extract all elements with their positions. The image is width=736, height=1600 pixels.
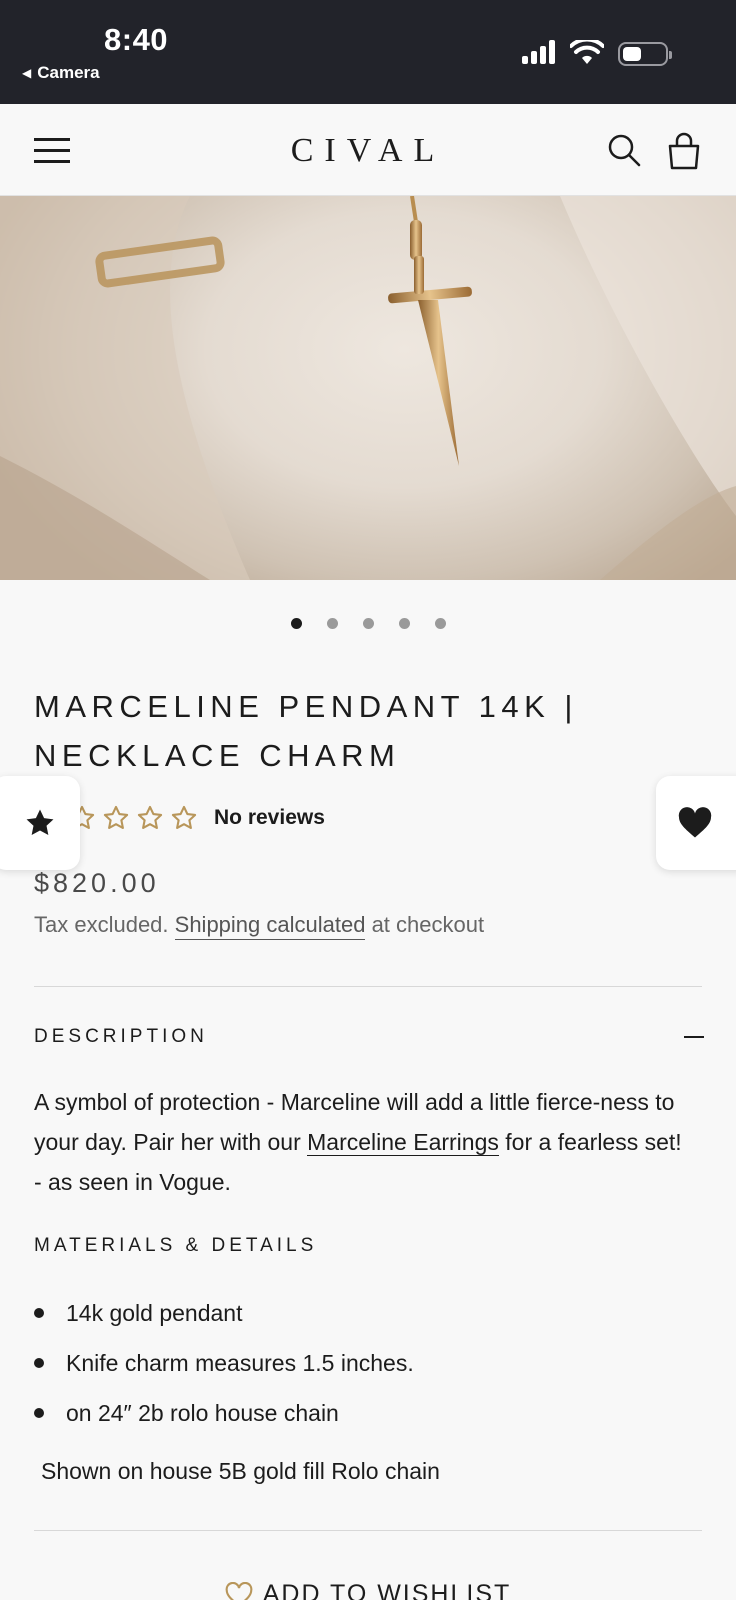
product-title: MARCELINE PENDANT 14K | NECKLACE CHARM [34,682,674,780]
description-text: A symbol of protection - Marceline will … [34,1082,684,1202]
wishlist-widget-button[interactable] [656,776,736,870]
star-filled-icon [26,809,54,836]
battery-icon [618,42,672,66]
heart-filled-icon [678,807,712,838]
product-image[interactable] [0,196,736,580]
carousel-dots [0,618,736,629]
product-title-line2: NECKLACE CHARM [34,738,401,773]
product-photo-illustration [0,196,736,580]
product-price: $820.00 [34,868,160,898]
list-item: Knife charm measures 1.5 inches. [34,1338,414,1388]
collapse-minus-icon[interactable] [684,1036,704,1038]
carousel-dot[interactable] [326,618,338,629]
divider [34,1530,702,1531]
back-to-camera-link[interactable]: ◀ Camera [22,63,100,83]
shipping-policy-link[interactable]: Shipping calculated [174,912,366,940]
status-bar: 8:40 ◀ Camera [0,0,736,104]
description-heading[interactable]: DESCRIPTION [34,1026,208,1048]
materials-list: 14k gold pendant Knife charm measures 1.… [34,1288,414,1438]
tax-shipping-note: Tax excluded. Shipping calculated at che… [34,912,485,940]
status-time: 8:40 [104,22,169,57]
divider [34,986,702,987]
wifi-icon [570,40,604,64]
materials-heading: MATERIALS & DETAILS [34,1235,318,1256]
star-outline-icon [137,805,163,829]
shopping-bag-icon[interactable] [666,132,702,170]
add-to-wishlist-label: ADD TO WISHLIST [262,1580,512,1600]
tax-prefix: Tax excluded. [34,912,175,937]
list-item: on 24″ 2b rolo house chain [34,1388,414,1438]
star-outline-icon [103,805,129,829]
star-outline-icon [171,805,197,829]
signal-icon [522,40,555,64]
search-icon[interactable] [606,132,642,168]
chain-note: Shown on house 5B gold fill Rolo chain [41,1458,440,1484]
list-item: 14k gold pendant [34,1288,414,1338]
marceline-earrings-link[interactable]: Marceline Earrings [307,1129,499,1156]
reviews-widget-button[interactable] [0,776,80,870]
back-triangle-icon: ◀ [22,66,32,80]
site-header: CIVAL [0,104,736,196]
product-title-line1: MARCELINE PENDANT 14K | [34,689,578,724]
carousel-dot[interactable] [398,618,410,629]
carousel-dot[interactable] [434,618,446,629]
heart-outline-icon [225,1581,253,1600]
carousel-dot[interactable] [362,618,374,629]
tax-suffix: at checkout [365,912,485,937]
back-label: Camera [37,63,100,82]
carousel-dot[interactable] [290,618,302,629]
add-to-wishlist-button[interactable]: ADD TO WISHLIST [0,1580,736,1600]
reviews-count[interactable]: No reviews [214,806,325,830]
